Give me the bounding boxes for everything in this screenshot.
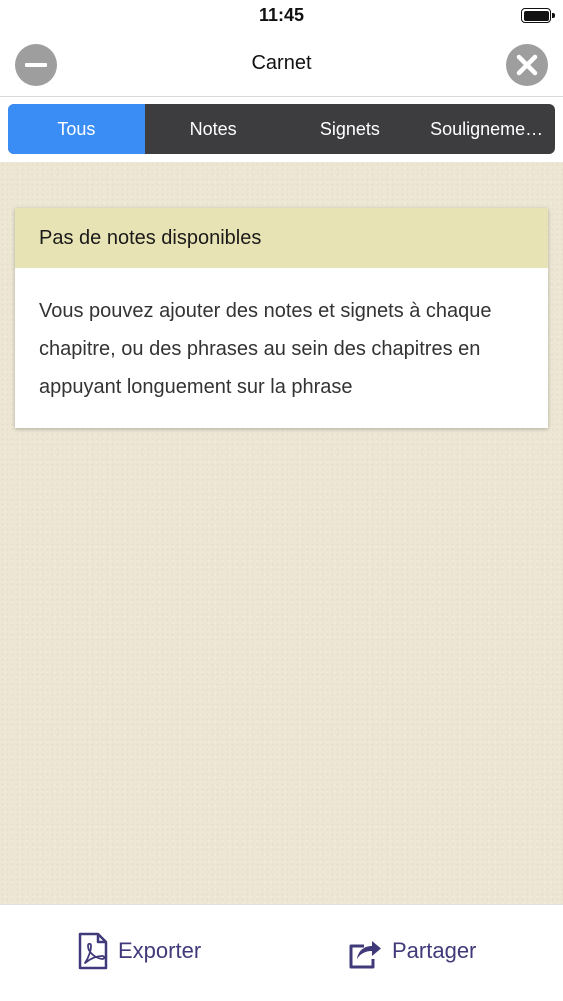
tab-all[interactable]: Tous [8, 104, 145, 154]
empty-state-card: Pas de notes disponibles Vous pouvez ajo… [15, 208, 548, 428]
close-button[interactable] [506, 44, 548, 86]
battery-icon [521, 8, 555, 23]
tab-highlights[interactable]: Souligneme… [418, 104, 555, 154]
export-button[interactable]: Exporter [76, 929, 201, 973]
share-arrow-icon [349, 941, 381, 969]
close-circle-icon [516, 54, 538, 76]
export-label: Exporter [118, 938, 202, 963]
share-label: Partager [392, 938, 477, 963]
empty-state-message: Vous pouvez ajouter des notes et signets… [39, 300, 492, 398]
empty-state-title: Pas de notes disponibles [15, 208, 548, 268]
share-button[interactable]: Partager [346, 929, 476, 973]
filter-tabs: Tous Notes Signets Souligneme… [8, 104, 555, 154]
navigation-bar: Carnet [0, 32, 563, 97]
pdf-file-icon [78, 932, 108, 970]
bottom-toolbar: Exporter Partager [0, 904, 563, 1001]
notes-content-area: Pas de notes disponibles Vous pouvez ajo… [0, 162, 563, 904]
tab-bookmarks[interactable]: Signets [282, 104, 419, 154]
page-title: Carnet [251, 52, 312, 74]
status-bar: 11:45 [0, 0, 563, 32]
status-time: 11:45 [258, 5, 305, 25]
tab-notes[interactable]: Notes [145, 104, 282, 154]
